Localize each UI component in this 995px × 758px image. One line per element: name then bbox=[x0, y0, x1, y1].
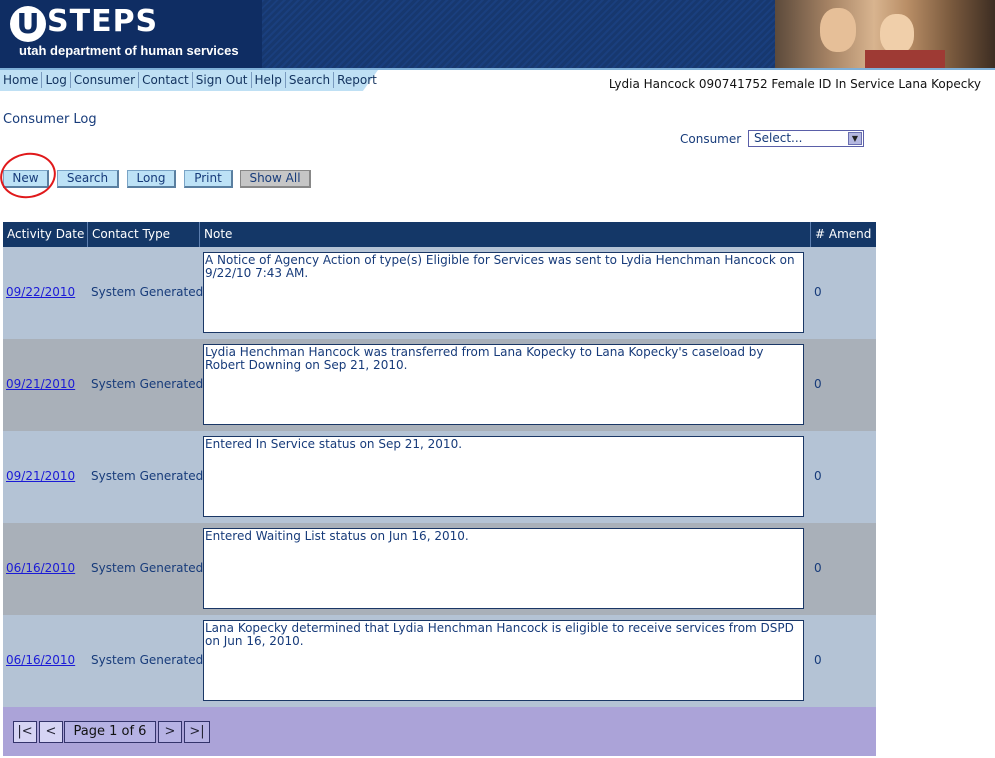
table-row: 09/21/2010 System Generated Lydia Henchm… bbox=[3, 339, 876, 431]
row-date-link[interactable]: 09/21/2010 bbox=[6, 469, 75, 483]
col-activity-date[interactable]: Activity Date bbox=[3, 222, 88, 247]
next-page-button[interactable]: > bbox=[158, 721, 182, 743]
photo-face-child bbox=[880, 14, 914, 54]
row-date-link[interactable]: 09/21/2010 bbox=[6, 377, 75, 391]
site-header: U STEPS utah department of human service… bbox=[0, 0, 995, 68]
row-note[interactable]: A Notice of Agency Action of type(s) Eli… bbox=[203, 252, 804, 333]
pager: |< < Page 1 of 6 > >| bbox=[3, 707, 876, 756]
page-indicator: Page 1 of 6 bbox=[64, 721, 156, 743]
row-note[interactable]: Lana Kopecky determined that Lydia Hench… bbox=[203, 620, 804, 701]
highlight-circle bbox=[0, 148, 60, 203]
table-row: 06/16/2010 System Generated Entered Wait… bbox=[3, 523, 876, 615]
prev-page-button[interactable]: < bbox=[39, 721, 63, 743]
row-contact-type: System Generated bbox=[91, 285, 204, 299]
row-amend: 0 bbox=[814, 653, 822, 667]
col-note[interactable]: Note bbox=[200, 222, 811, 247]
table-header: Activity Date Contact Type Note # Amend bbox=[3, 222, 876, 247]
print-button[interactable]: Print bbox=[184, 170, 233, 188]
row-note[interactable]: Entered In Service status on Sep 21, 201… bbox=[203, 436, 804, 517]
last-page-button[interactable]: >| bbox=[184, 721, 210, 743]
row-contact-type: System Generated bbox=[91, 561, 204, 575]
logo-text: STEPS bbox=[47, 4, 159, 39]
consumer-select-value: Select... bbox=[754, 131, 803, 145]
search-button[interactable]: Search bbox=[57, 170, 119, 188]
row-date-link[interactable]: 06/16/2010 bbox=[6, 561, 75, 575]
show-all-button[interactable]: Show All bbox=[240, 170, 311, 188]
nav-link-sign-out[interactable]: Sign Out bbox=[193, 72, 252, 88]
first-page-button[interactable]: |< bbox=[13, 721, 37, 743]
row-note[interactable]: Lydia Henchman Hancock was transferred f… bbox=[203, 344, 804, 425]
chevron-down-icon[interactable]: ▼ bbox=[848, 132, 862, 145]
row-amend: 0 bbox=[814, 469, 822, 483]
col-contact-type[interactable]: Contact Type bbox=[88, 222, 200, 247]
nav-link-home[interactable]: Home bbox=[0, 72, 43, 88]
row-amend: 0 bbox=[814, 285, 822, 299]
long-button[interactable]: Long bbox=[127, 170, 176, 188]
consumer-label: Consumer bbox=[680, 132, 742, 146]
nav-bar: Home Log Consumer Contact Sign Out Help … bbox=[0, 68, 995, 91]
consumer-info: Lydia Hancock 090741752 Female ID In Ser… bbox=[608, 77, 981, 91]
nav-link-help[interactable]: Help bbox=[252, 72, 286, 88]
row-amend: 0 bbox=[814, 561, 822, 575]
row-date-link[interactable]: 09/22/2010 bbox=[6, 285, 75, 299]
table-row: 06/16/2010 System Generated Lana Kopecky… bbox=[3, 615, 876, 707]
logo-letter: U bbox=[10, 6, 46, 42]
table-row: 09/21/2010 System Generated Entered In S… bbox=[3, 431, 876, 523]
consumer-select[interactable]: Select... ▼ bbox=[748, 130, 864, 147]
row-contact-type: System Generated bbox=[91, 469, 204, 483]
nav-link-search[interactable]: Search bbox=[286, 72, 335, 88]
header-pattern bbox=[262, 0, 782, 68]
row-note[interactable]: Entered Waiting List status on Jun 16, 2… bbox=[203, 528, 804, 609]
photo-shirt bbox=[865, 50, 945, 68]
logo[interactable]: U STEPS utah department of human service… bbox=[0, 0, 262, 68]
nav-link-consumer[interactable]: Consumer bbox=[71, 72, 140, 88]
table-row: 09/22/2010 System Generated A Notice of … bbox=[3, 247, 876, 339]
nav-link-log[interactable]: Log bbox=[42, 72, 71, 88]
logo-subtitle: utah department of human services bbox=[19, 43, 239, 58]
nav-link-report[interactable]: Report bbox=[334, 72, 380, 88]
row-date-link[interactable]: 06/16/2010 bbox=[6, 653, 75, 667]
photo-face-father bbox=[820, 8, 856, 52]
col-amend[interactable]: # Amend bbox=[811, 222, 876, 247]
nav-link-contact[interactable]: Contact bbox=[139, 72, 193, 88]
row-amend: 0 bbox=[814, 377, 822, 391]
row-contact-type: System Generated bbox=[91, 653, 204, 667]
row-contact-type: System Generated bbox=[91, 377, 204, 391]
nav-links: Home Log Consumer Contact Sign Out Help … bbox=[0, 72, 380, 88]
page-title: Consumer Log bbox=[3, 112, 97, 127]
